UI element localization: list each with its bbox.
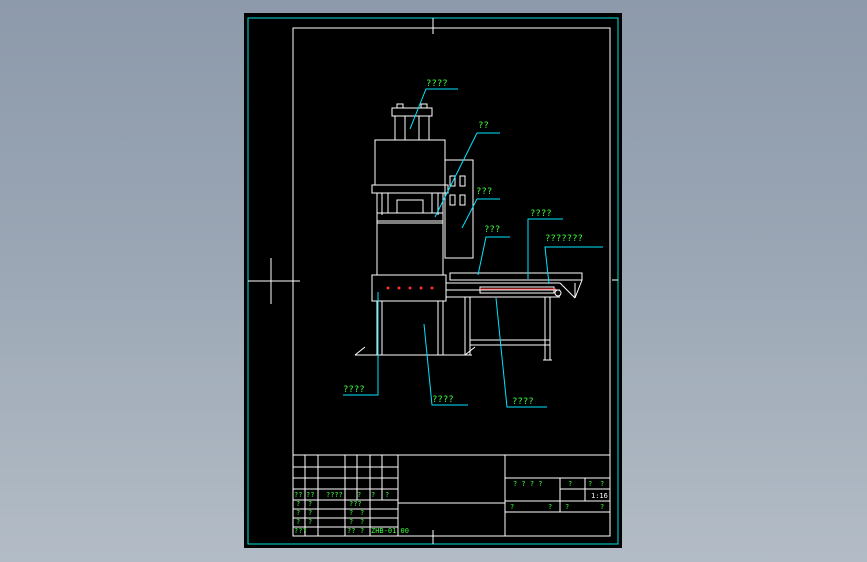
svg-text:?: ?	[357, 491, 361, 499]
svg-text:?: ?	[349, 518, 353, 526]
scale-value: 1:16	[591, 492, 608, 500]
drawing-number: ZHB-01.00	[371, 527, 409, 535]
svg-text:??: ??	[294, 491, 302, 499]
svg-text:?: ?	[510, 503, 514, 511]
svg-text:?: ?	[371, 491, 375, 499]
svg-text:?: ?	[308, 500, 312, 508]
svg-text:?: ?	[600, 503, 604, 511]
svg-text:????: ????	[426, 79, 448, 89]
svg-text:????: ????	[326, 491, 343, 499]
svg-text:???: ???	[476, 187, 492, 197]
svg-text:????: ????	[530, 209, 552, 219]
svg-text:? ? ? ?: ? ? ? ?	[513, 480, 543, 488]
svg-text:?: ?	[360, 509, 364, 517]
svg-text:??: ??	[347, 527, 355, 535]
svg-text:?: ?	[349, 509, 353, 517]
svg-text:?: ?	[548, 503, 552, 511]
svg-text:???: ???	[484, 225, 500, 235]
svg-text:?: ?	[360, 518, 364, 526]
svg-text:??: ??	[306, 491, 314, 499]
svg-text:??: ??	[478, 121, 489, 131]
cad-viewport[interactable]: ???? ?? ??? ??? ???? ??????? ???? ???? ?…	[0, 0, 867, 562]
svg-text:?: ?	[308, 509, 312, 517]
svg-text:?: ?	[600, 480, 604, 488]
svg-text:?: ?	[360, 527, 364, 535]
svg-text:???: ???	[294, 527, 307, 535]
svg-text:???????: ???????	[545, 234, 583, 244]
svg-text:?: ?	[296, 509, 300, 517]
drawing-canvas: ???? ?? ??? ??? ???? ??????? ???? ???? ?…	[244, 13, 622, 548]
svg-text:?: ?	[296, 518, 300, 526]
svg-text:?: ?	[565, 503, 569, 511]
svg-text:?: ?	[385, 491, 389, 499]
svg-text:????: ????	[432, 395, 454, 405]
svg-text:????: ????	[512, 397, 534, 407]
svg-text:?: ?	[588, 480, 592, 488]
svg-text:?: ?	[568, 480, 572, 488]
svg-text:????: ????	[343, 385, 365, 395]
svg-text:?: ?	[296, 500, 300, 508]
svg-text:?: ?	[308, 518, 312, 526]
svg-text:???: ???	[349, 500, 362, 508]
